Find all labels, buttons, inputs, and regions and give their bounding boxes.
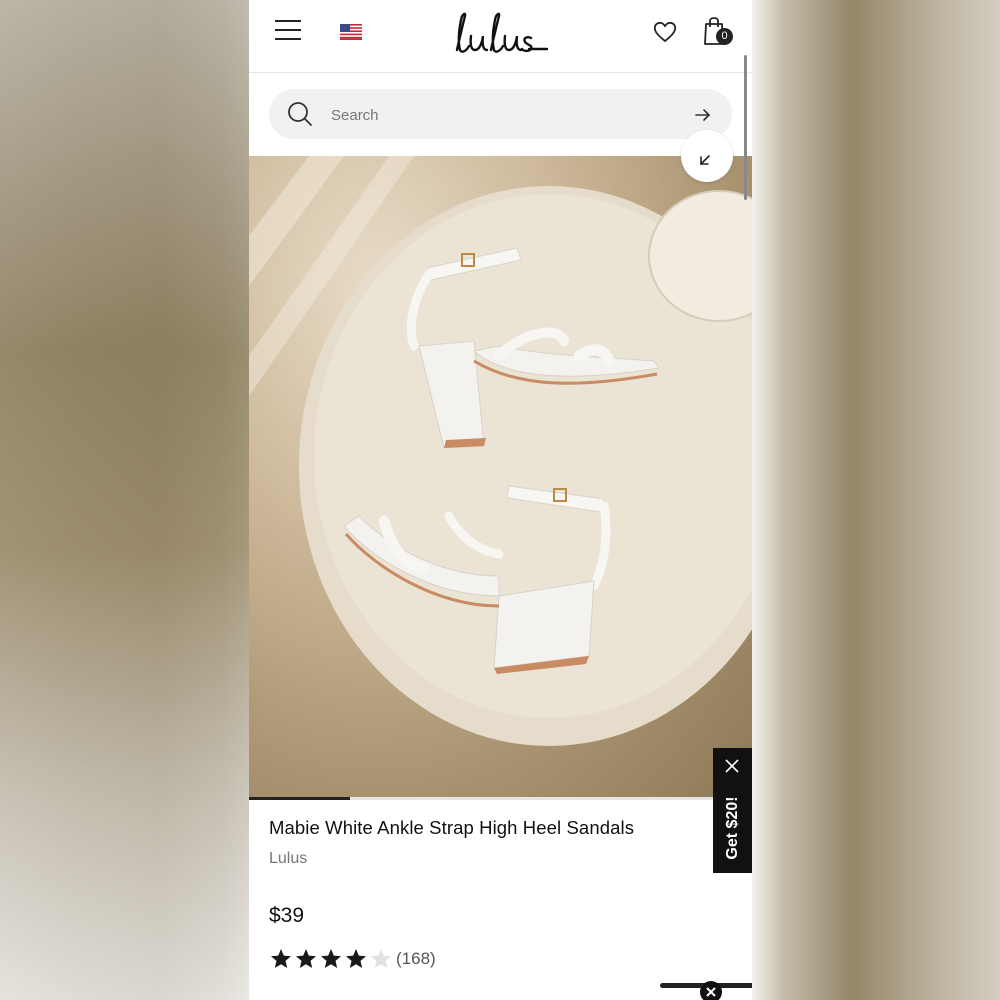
close-circle-icon[interactable] [700,981,722,1000]
background-left [0,0,249,1000]
background-right [752,0,1000,1000]
review-count[interactable]: (168) [396,949,436,969]
gallery-progress-bar [249,797,752,800]
collapse-image-button[interactable] [681,130,733,182]
arrow-right-icon[interactable] [693,105,713,125]
promo-label: Get $20! [724,796,741,860]
product-image[interactable] [249,156,752,798]
get-20-promo-tab[interactable]: Get $20! [713,748,752,873]
us-flag-icon[interactable] [340,24,362,40]
star-filled-icon [296,949,316,968]
product-photo [249,156,752,746]
page-scrollbar[interactable] [744,55,747,200]
close-icon[interactable] [724,758,740,774]
search-input[interactable] [329,99,673,131]
star-empty-icon [371,949,391,968]
product-price: $39 [269,904,305,927]
cart-count-badge: 0 [716,28,733,45]
product-rating[interactable]: (168) [269,945,436,973]
shopping-bag-button[interactable]: 0 [702,14,734,48]
collapse-arrow-icon [700,155,710,165]
hamburger-menu-icon[interactable] [275,20,301,42]
product-brand[interactable]: Lulus [269,850,307,868]
lulus-logo[interactable] [449,10,549,58]
gallery-progress-fill [249,797,350,800]
star-filled-icon [271,949,291,968]
search-bar[interactable] [269,89,732,139]
mobile-page: 0 Search Mabie White Ankle Strap High He… [249,0,752,1000]
star-filled-icon [346,949,366,968]
star-filled-icon [321,949,341,968]
product-title: Mabie White Ankle Strap High Heel Sandal… [269,817,635,838]
search-icon [288,102,312,126]
top-navigation-bar: 0 [249,0,752,73]
heart-icon[interactable] [652,19,678,45]
